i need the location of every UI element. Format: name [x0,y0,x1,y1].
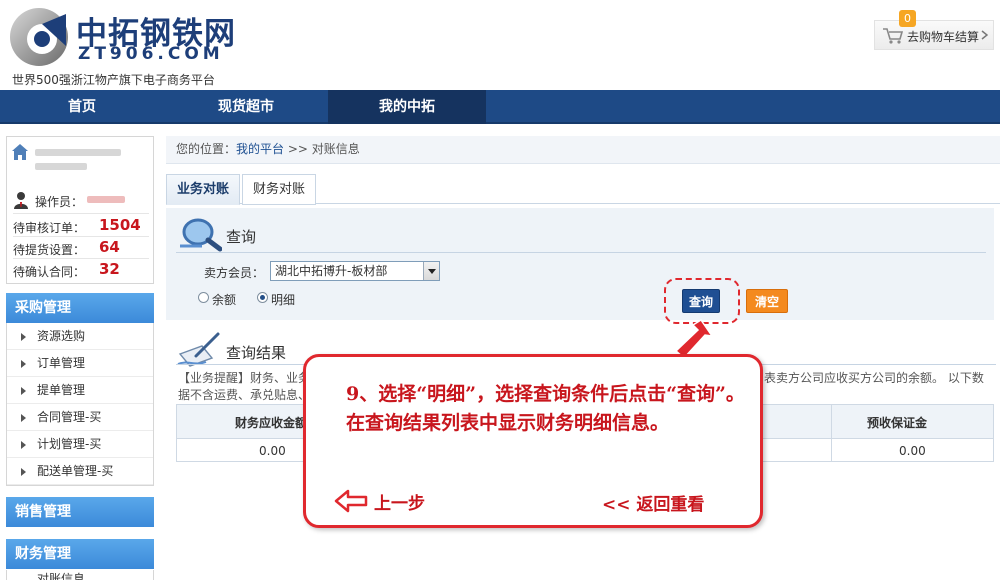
nav-item-my-zt[interactable]: 我的中拓 [328,90,486,124]
cart-count-badge: 0 [899,10,916,27]
sidebar-item-resource[interactable]: 资源选购 [7,323,153,350]
divider [176,252,986,253]
operator-label: 操作员： [35,195,84,209]
column-header: 财务应收金额 [235,416,308,430]
slogan: 世界500强浙江物产旗下电子商务平台 [12,73,215,87]
divider [831,405,832,461]
sidebar-item-contracts[interactable]: 合同管理-买 [7,404,153,431]
breadcrumb-separator: >> [287,142,308,156]
prev-step-link[interactable]: 上一步 [374,489,425,514]
stat-value[interactable]: 32 [99,260,120,278]
logo-domain: ZT906.COM [78,44,224,64]
table-cell: 0.00 [259,444,286,458]
radio-detail[interactable] [257,292,268,303]
table-cell: 0.00 [899,444,926,458]
sidebar-head-purchase[interactable]: 采购管理 [6,293,154,323]
tab-business-reconcile[interactable]: 业务对账 [166,174,240,205]
business-tip-line1-end: 表卖方公司应收买方公司的余额。 以下数 [764,371,984,385]
results-title: 查询结果 [226,344,287,362]
redacted-company [35,149,121,156]
chevron-down-icon[interactable] [423,262,439,280]
stat-pending-contract[interactable]: 待确认合同： 32 [13,260,153,280]
restart-link[interactable]: << 返回重看 [602,490,704,515]
cart-label: 去购物车结算 [907,30,980,44]
user-icon [14,192,28,209]
divider [13,258,149,259]
redacted-operator [87,196,125,203]
cart-icon [883,28,904,44]
main-nav: 首页 现货超市 我的中拓 [0,90,1000,124]
sidebar-item-bills[interactable]: 提单管理 [7,377,153,404]
arrow-left-icon[interactable] [334,489,368,513]
column-header: 预收保证金 [867,416,928,430]
stat-label: 待确认合同： [13,265,86,279]
tab-finance-reconcile[interactable]: 财务对账 [242,174,316,205]
query-panel: 查询 卖方会员： 湖北中拓博升-板材部 余额 明细 查询 清空 [166,208,994,320]
stat-value[interactable]: 1504 [99,216,141,234]
stat-value[interactable]: 64 [99,238,120,256]
clear-button[interactable]: 清空 [746,289,788,313]
tab-bar: 业务对账 财务对账 [166,174,1000,205]
chevron-right-icon [981,30,988,40]
sidebar-head-finance[interactable]: 财务管理 [6,539,154,569]
business-tip-line2: 据不含运费、承兑贴息、 [178,388,311,402]
radio-detail-label[interactable]: 明细 [271,291,295,308]
stat-label: 待提货设置： [13,243,86,257]
seller-label: 卖方会员： [204,266,265,280]
sidebar-menu-purchase: 资源选购 订单管理 提单管理 合同管理-买 计划管理-买 配送单管理-买 [6,323,154,486]
divider [13,236,149,237]
radio-balance-label[interactable]: 余额 [212,291,236,308]
breadcrumb-current: 对账信息 [311,142,360,156]
query-title: 查询 [226,228,257,246]
tutorial-callout: 9、选择“明细”，选择查询条件后点击“查询”。在查询结果列表中显示财务明细信息。… [303,354,763,528]
sidebar-item-orders[interactable]: 订单管理 [7,350,153,377]
sidebar-head-sales[interactable]: 销售管理 [6,497,154,527]
radio-balance[interactable] [198,292,209,303]
stat-label: 待审核订单： [13,221,86,235]
site-header: 中拓钢铁网 ZT906.COM 世界500强浙江物产旗下电子商务平台 0 去购物… [0,0,1000,90]
logo-icon[interactable] [8,6,70,68]
nav-item-market[interactable]: 现货超市 [164,90,328,124]
magnifier-icon [180,218,222,252]
home-icon [12,144,28,160]
breadcrumb-link-platform[interactable]: 我的平台 [236,142,284,156]
business-tip-line1: 【业务提醒】财务、业务 [178,371,311,385]
nav-item-home[interactable]: 首页 [0,90,164,124]
notepad-icon [177,332,220,367]
breadcrumb-prefix: 您的位置： [176,142,237,156]
divider [13,213,149,214]
cart-button[interactable]: 0 去购物车结算 [874,10,994,50]
sidebar-item-delivery[interactable]: 配送单管理-买 [7,458,153,485]
redacted-company-line2 [35,163,87,170]
breadcrumb: 您的位置：我的平台 >> 对账信息 [166,136,1000,164]
seller-select[interactable]: 湖北中拓博升-板材部 [270,261,440,281]
sidebar-item-reconcile[interactable]: 对账信息 [6,570,154,580]
user-info-panel: 操作员： 待审核订单： 1504 待提货设置： 64 待确认合同： 32 [6,136,154,284]
callout-text: 9、选择“明细”，选择查询条件后点击“查询”。在查询结果列表中显示财务明细信息。 [346,383,745,434]
seller-select-value: 湖北中拓博升-板材部 [275,264,388,278]
stat-pending-review[interactable]: 待审核订单： 1504 [13,216,153,236]
stat-pending-pickup[interactable]: 待提货设置： 64 [13,238,153,258]
sidebar-item-plans[interactable]: 计划管理-买 [7,431,153,458]
